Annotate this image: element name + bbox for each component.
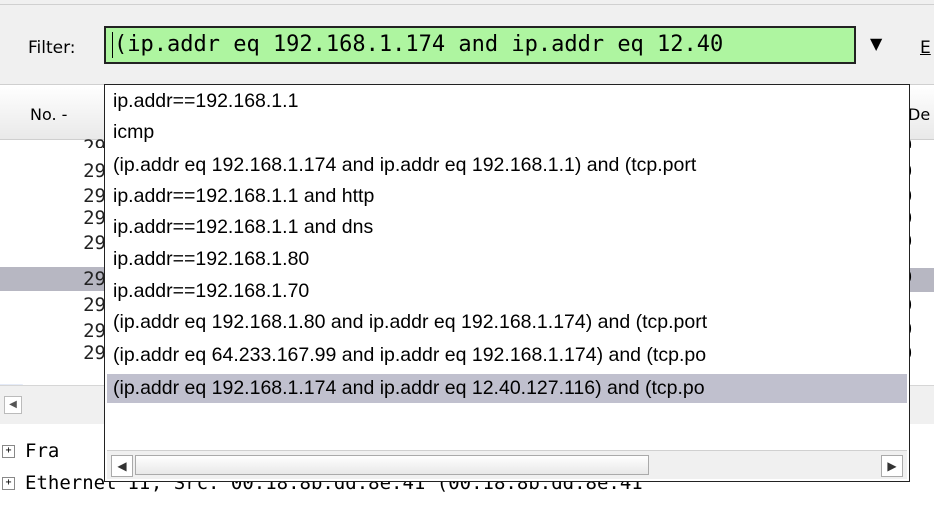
table-row-number[interactable]: 29 [70,185,106,207]
expression-button[interactable]: E [920,38,931,58]
filter-label: Filter: [28,38,76,58]
dropdown-item[interactable]: (ip.addr eq 64.233.167.99 and ip.addr eq… [113,341,903,370]
filter-history-dropdown: ip.addr==192.168.1.1 icmp (ip.addr eq 19… [104,84,910,482]
filter-dropdown-arrow-icon[interactable]: ▼ [870,34,882,53]
column-header-destination[interactable]: De [908,105,930,124]
dropdown-item[interactable]: icmp [113,118,903,147]
table-row-number[interactable]: 29 [70,207,106,229]
dropdown-item[interactable]: ip.addr==192.168.1.1 and dns [113,213,903,242]
expand-plus-icon[interactable]: + [2,445,15,458]
scroll-left-arrow-icon[interactable]: ◀ [111,455,133,477]
dropdown-item-selected[interactable]: (ip.addr eq 192.168.1.174 and ip.addr eq… [107,374,907,403]
filter-input-text: (ip.addr eq 192.168.1.174 and ip.addr eq… [114,32,724,57]
table-row-number[interactable]: 29 [70,232,106,254]
filter-input[interactable]: (ip.addr eq 192.168.1.174 and ip.addr eq… [104,26,856,64]
table-row-number[interactable]: 29 [70,320,106,342]
table-row-number[interactable]: 29 [70,160,106,182]
dropdown-item[interactable]: ip.addr==192.168.1.80 [113,245,903,274]
table-row-number[interactable]: 29 [70,294,106,316]
scrollbar-thumb[interactable] [135,455,649,475]
scroll-right-arrow-icon[interactable]: ▶ [881,455,903,477]
dropdown-item[interactable]: ip.addr==192.168.1.70 [113,277,903,306]
filter-toolbar: Filter: (ip.addr eq 192.168.1.174 and ip… [0,0,934,84]
dropdown-item[interactable]: ip.addr==192.168.1.1 [113,87,903,116]
dropdown-item[interactable]: ip.addr==192.168.1.1 and http [113,182,903,211]
dropdown-horizontal-scrollbar[interactable]: ◀ ▶ [107,450,907,479]
text-cursor [112,32,113,58]
table-row-number[interactable]: 29 [70,136,106,148]
column-header-no[interactable]: No. - [30,105,67,124]
table-row-number[interactable]: 29 [70,268,106,290]
tree-row-frame[interactable]: + Fra [2,440,59,468]
expand-plus-icon[interactable]: + [2,477,15,490]
scroll-left-arrow-icon[interactable]: ◀ [4,396,22,414]
toolbar-divider [0,4,934,5]
tree-row-label: Fra [25,440,60,462]
dropdown-item[interactable]: (ip.addr eq 192.168.1.80 and ip.addr eq … [113,308,903,337]
dropdown-item[interactable]: (ip.addr eq 192.168.1.174 and ip.addr eq… [113,151,903,180]
table-row-number[interactable]: 29 [70,342,106,364]
